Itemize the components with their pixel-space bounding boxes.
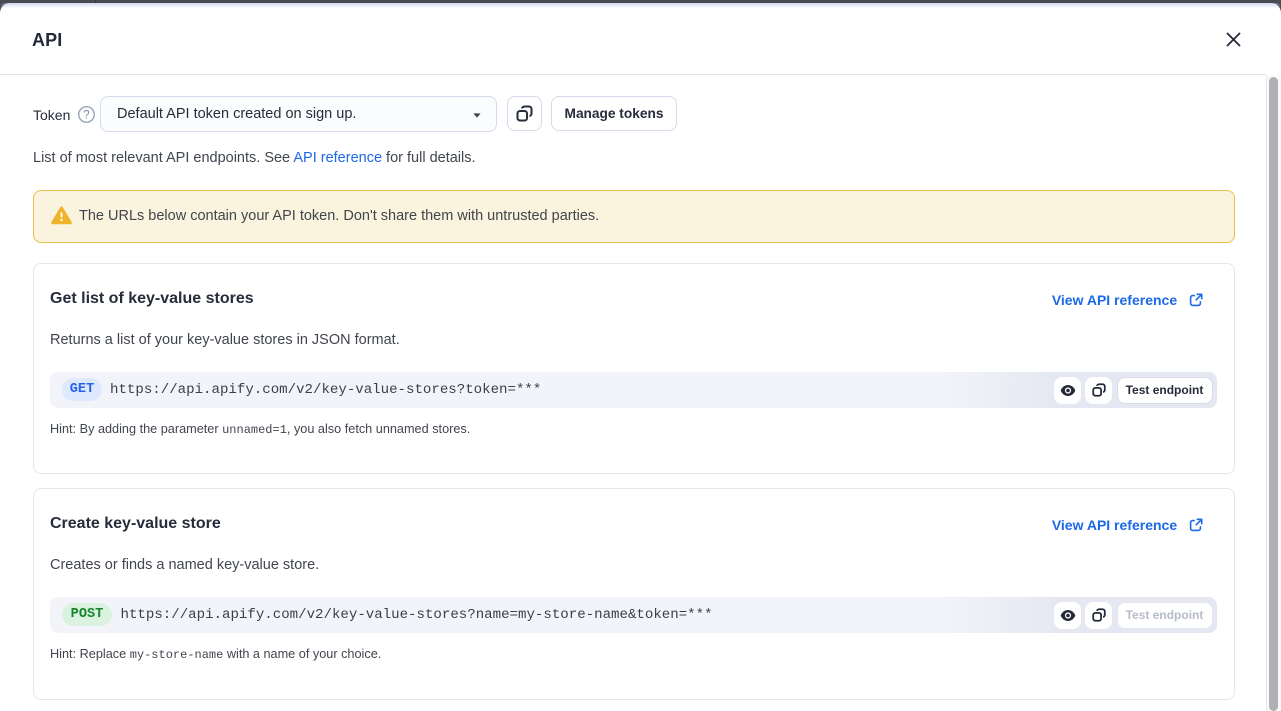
svg-text:?: ? [83,109,89,121]
